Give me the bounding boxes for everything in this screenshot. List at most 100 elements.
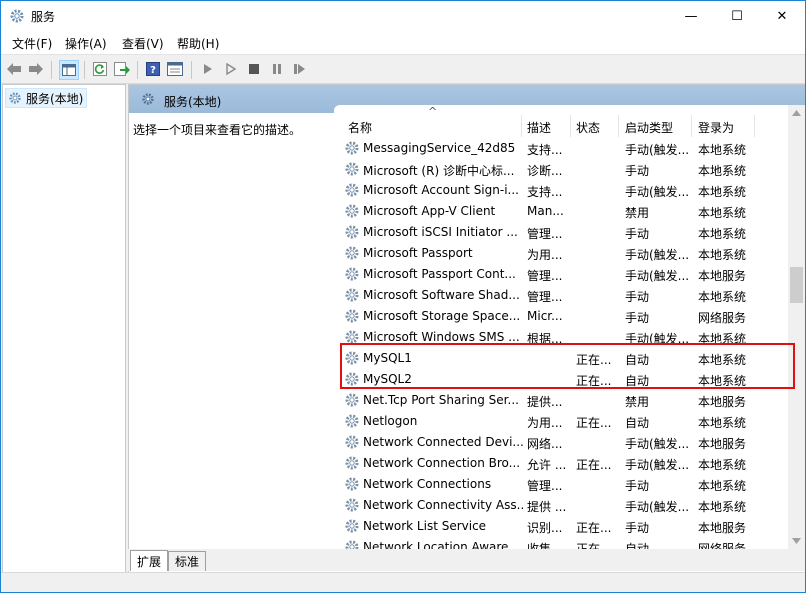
service-description: 管理... bbox=[527, 290, 563, 304]
service-gear-icon bbox=[344, 140, 360, 156]
column-separator[interactable] bbox=[570, 115, 571, 137]
help-button[interactable]: ? bbox=[144, 60, 162, 78]
service-log-on-as: 本地系统 bbox=[698, 164, 747, 178]
service-gear-icon bbox=[344, 308, 360, 324]
refresh-icon bbox=[93, 62, 107, 76]
service-name: Network Connections bbox=[363, 477, 492, 491]
play-icon bbox=[204, 64, 212, 74]
service-row[interactable]: Microsoft Passport Cont... 管理... 手动(触发... 本… bbox=[334, 264, 788, 285]
forward-button[interactable] bbox=[27, 60, 45, 78]
service-log-on-as: 本地系统 bbox=[698, 248, 747, 262]
service-row[interactable]: Network Connections 管理... 手动 本地系统 bbox=[334, 474, 788, 495]
service-row[interactable]: MessagingService_42d85 支持... 手动(触发... 本地系统 bbox=[334, 138, 788, 159]
menu-action[interactable]: 操作(A) bbox=[65, 35, 107, 52]
scrollbar-thumb[interactable] bbox=[790, 267, 803, 303]
service-row[interactable]: Microsoft (R) 诊断中心标... 诊断... 手动 本地系统 bbox=[334, 159, 788, 180]
tab-standard-label: 标准 bbox=[175, 555, 200, 569]
service-description: 为用... bbox=[527, 416, 563, 430]
service-row[interactable]: Network Connected Devi... 网络... 手动(触发... 本地… bbox=[334, 432, 788, 453]
service-row[interactable]: Microsoft Storage Space... Micr... 手动 网络服务 bbox=[334, 306, 788, 327]
service-name: Microsoft Passport Cont... bbox=[363, 267, 516, 281]
stop-service-button[interactable] bbox=[245, 60, 263, 78]
menu-bar: 文件(F) 操作(A) 查看(V) 帮助(H) bbox=[1, 32, 805, 54]
service-gear-icon bbox=[344, 245, 360, 261]
service-description: 支持... bbox=[527, 143, 563, 157]
service-log-on-as: 本地系统 bbox=[698, 143, 747, 157]
column-separator[interactable] bbox=[754, 115, 755, 137]
service-startup-type: 手动(触发... bbox=[625, 458, 690, 472]
service-description: 提供... bbox=[527, 395, 563, 409]
console-tree-icon bbox=[62, 64, 76, 76]
start-service-alt-button[interactable] bbox=[222, 60, 240, 78]
service-row[interactable]: Microsoft Account Sign-i... 支持... 手动(触发...… bbox=[334, 180, 788, 201]
service-row[interactable]: Microsoft iSCSI Initiator ... 管理... 手动 本地系统 bbox=[334, 222, 788, 243]
service-log-on-as: 本地系统 bbox=[698, 290, 747, 304]
service-startup-type: 手动 bbox=[625, 290, 650, 304]
service-gear-icon bbox=[344, 518, 360, 534]
service-row[interactable]: Microsoft Software Shad... 管理... 手动 本地系统 bbox=[334, 285, 788, 306]
maximize-icon: ☐ bbox=[731, 9, 743, 24]
back-button[interactable] bbox=[5, 60, 23, 78]
export-list-button[interactable] bbox=[113, 60, 131, 78]
service-name: Network Connected Devi... bbox=[363, 435, 523, 449]
pause-icon bbox=[273, 64, 281, 74]
service-description: 为用... bbox=[527, 248, 563, 262]
menu-help[interactable]: 帮助(H) bbox=[177, 35, 219, 52]
export-icon bbox=[114, 62, 130, 76]
scroll-down-icon[interactable] bbox=[792, 538, 801, 544]
service-log-on-as: 本地系统 bbox=[698, 500, 747, 514]
refresh-button[interactable] bbox=[91, 60, 109, 78]
service-startup-type: 手动(触发... bbox=[625, 185, 690, 199]
service-description: 管理... bbox=[527, 479, 563, 493]
service-gear-icon bbox=[344, 434, 360, 450]
service-description: 管理... bbox=[527, 269, 563, 283]
vertical-scrollbar[interactable] bbox=[788, 105, 805, 550]
tab-standard[interactable]: 标准 bbox=[168, 551, 207, 571]
minimize-button[interactable]: — bbox=[668, 1, 714, 32]
column-name[interactable]: 名称 bbox=[348, 119, 372, 136]
service-row[interactable]: Net.Tcp Port Sharing Ser... 提供... 禁用 本地服务 bbox=[334, 390, 788, 411]
tab-extended[interactable]: 扩展 bbox=[130, 550, 169, 571]
show-console-tree-button[interactable] bbox=[59, 60, 79, 80]
service-startup-type: 手动(触发... bbox=[625, 269, 690, 283]
properties-icon bbox=[167, 62, 183, 76]
start-service-button[interactable] bbox=[199, 60, 217, 78]
service-row[interactable]: Microsoft App-V Client Man... 禁用 本地系统 bbox=[334, 201, 788, 222]
window-title: 服务 bbox=[31, 10, 56, 24]
service-row[interactable]: Network Connectivity Ass... 提供 ... 手动(触发..… bbox=[334, 495, 788, 516]
service-name: Microsoft Software Shad... bbox=[363, 288, 520, 302]
service-status: 正在... bbox=[576, 458, 612, 472]
menu-file[interactable]: 文件(F) bbox=[12, 35, 52, 52]
column-description[interactable]: 描述 bbox=[527, 119, 551, 136]
service-startup-type: 禁用 bbox=[625, 395, 650, 409]
service-row[interactable]: Netlogon 为用... 正在... 自动 本地系统 bbox=[334, 411, 788, 432]
close-button[interactable]: ✕ bbox=[759, 1, 805, 32]
details-pane-title: 服务(本地) bbox=[164, 95, 222, 109]
service-gear-icon bbox=[344, 392, 360, 408]
properties-button[interactable] bbox=[166, 60, 184, 78]
column-startup-type[interactable]: 启动类型 bbox=[625, 119, 673, 136]
service-row[interactable]: Network Connection Bro... 允许 ... 正在... 手动(触… bbox=[334, 453, 788, 474]
scroll-up-icon[interactable] bbox=[792, 110, 801, 116]
pause-service-button[interactable] bbox=[268, 60, 286, 78]
service-name: Microsoft Account Sign-i... bbox=[363, 183, 519, 197]
back-arrow-icon bbox=[7, 63, 21, 75]
service-startup-type: 手动 bbox=[625, 521, 650, 535]
service-row[interactable]: Network List Service 识别... 正在... 手动 本地服务 bbox=[334, 516, 788, 537]
service-log-on-as: 本地系统 bbox=[698, 458, 747, 472]
column-status[interactable]: 状态 bbox=[576, 119, 600, 136]
column-separator[interactable] bbox=[618, 115, 619, 137]
service-name: Network List Service bbox=[363, 519, 487, 533]
console-tree-pane: 服务(本地) bbox=[2, 84, 126, 573]
column-separator[interactable] bbox=[691, 115, 692, 137]
tree-item-services-local[interactable]: 服务(本地) bbox=[5, 88, 88, 108]
menu-view[interactable]: 查看(V) bbox=[122, 35, 164, 52]
service-gear-icon bbox=[344, 476, 360, 492]
service-startup-type: 手动 bbox=[625, 227, 650, 241]
column-separator[interactable] bbox=[521, 115, 522, 137]
restart-service-button[interactable] bbox=[291, 60, 309, 78]
column-log-on-as[interactable]: 登录为 bbox=[698, 119, 734, 136]
title-bar[interactable]: 服务 — ☐ ✕ bbox=[1, 1, 805, 32]
maximize-button[interactable]: ☐ bbox=[714, 1, 760, 32]
service-row[interactable]: Microsoft Passport 为用... 手动(触发... 本地系统 bbox=[334, 243, 788, 264]
